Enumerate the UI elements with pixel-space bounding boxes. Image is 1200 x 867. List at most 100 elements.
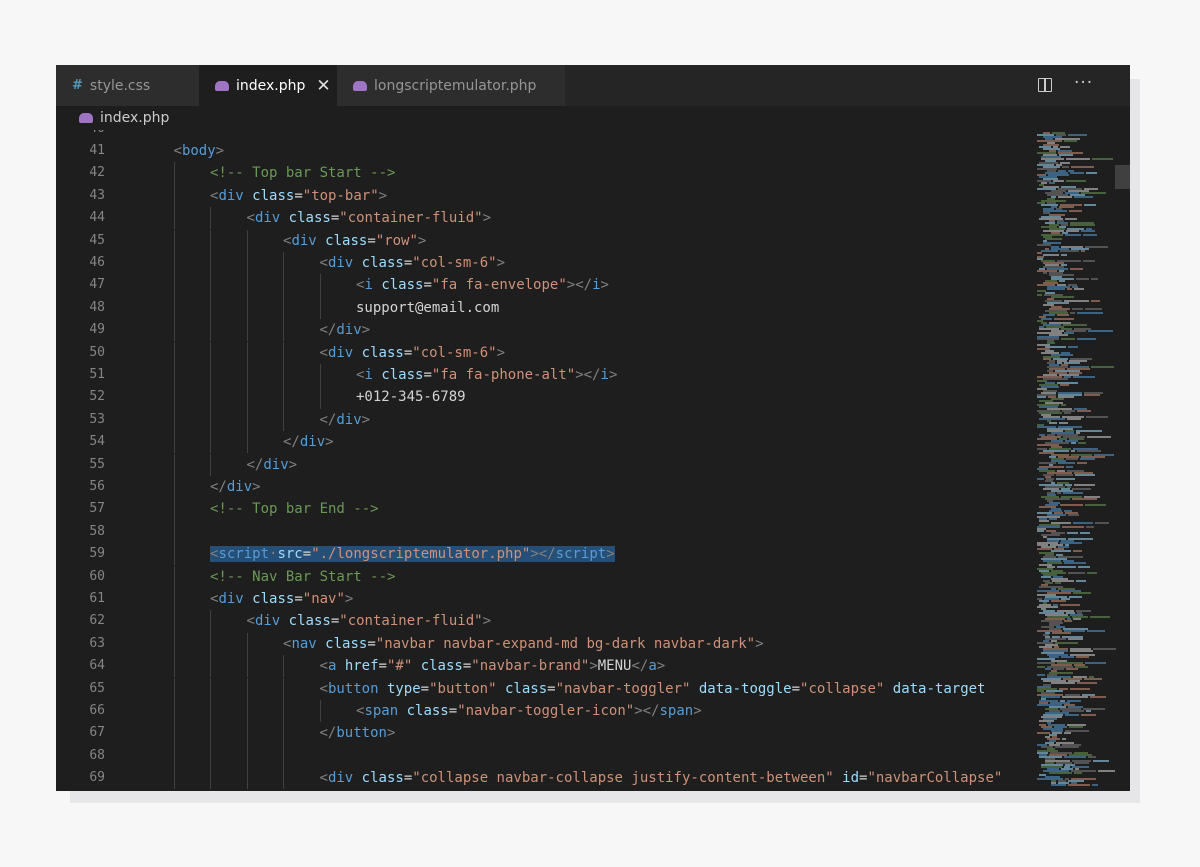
line-number: 43 [56, 185, 105, 207]
code-line[interactable]: 56</div> [56, 476, 1025, 498]
minimap-stroke [1066, 466, 1072, 468]
code-line[interactable]: 46<div class="col-sm-6"> [56, 252, 1025, 274]
code-text: <div class="top-bar"> [210, 185, 387, 207]
minimap-stroke [1051, 550, 1071, 552]
code-text: <i class="fa fa-phone-alt"></i> [356, 364, 617, 386]
code-text: <script·src="./longscriptemulator.php"><… [210, 543, 615, 565]
indent-guide [210, 700, 211, 722]
code-line[interactable]: 54</div> [56, 431, 1025, 453]
minimap-stroke [1051, 600, 1066, 602]
minimap-stroke [1074, 762, 1089, 764]
more-actions-icon[interactable]: ··· [1074, 73, 1093, 93]
scrollbar-thumb[interactable] [1115, 165, 1130, 189]
minimap-stroke [1086, 710, 1091, 712]
code-line[interactable]: 62<div class="container-fluid"> [56, 610, 1025, 632]
minimap-stroke [1064, 620, 1071, 622]
minimap-stroke [1056, 478, 1075, 480]
minimap-stroke [1037, 294, 1042, 296]
line-number: 63 [56, 633, 105, 655]
code-line[interactable]: 68 [56, 745, 1025, 767]
close-tab-icon[interactable]: ✕ [316, 76, 330, 96]
indent-guide [283, 252, 284, 274]
indent-guide [283, 342, 284, 364]
minimap-stroke [1039, 462, 1056, 464]
code-line[interactable]: 48support@email.com [56, 297, 1025, 319]
minimap-stroke [1091, 278, 1099, 280]
minimap-stroke [1064, 562, 1086, 564]
minimap-stroke [1084, 678, 1102, 680]
code-line[interactable]: 52+012-345-6789 [56, 386, 1025, 408]
tab-bar: # style.css index.php ✕ longscriptemulat… [56, 65, 1130, 106]
minimap-stroke [1061, 338, 1075, 340]
minimap-stroke [1075, 474, 1096, 476]
indent-guide [210, 230, 211, 252]
code-line[interactable]: 69<div class="collapse navbar-collapse j… [56, 767, 1025, 789]
code-line[interactable]: 44<div class="container-fluid"> [56, 207, 1025, 229]
indent-guide [210, 386, 211, 408]
code-line[interactable]: 63 <nav class="navbar navbar-expand-md bg… [56, 633, 1025, 655]
tab-label: style.css [90, 78, 150, 94]
code-line[interactable]: 49</div> [56, 319, 1025, 341]
minimap-stroke [1059, 422, 1068, 424]
indent-guide [320, 364, 321, 386]
code-line[interactable]: 45<div class="row"> [56, 230, 1025, 252]
code-line[interactable]: 51<i class="fa fa-phone-alt"></i> [56, 364, 1025, 386]
minimap-stroke [1049, 182, 1055, 184]
code-line[interactable]: 55</div> [56, 454, 1025, 476]
code-line[interactable]: 64<a href="#" class="navbar-brand">MENU<… [56, 655, 1025, 677]
code-text: </button> [320, 722, 396, 744]
minimap-stroke [1043, 254, 1059, 256]
minimap-stroke [1037, 396, 1046, 398]
code-line[interactable]: 66<span class="navbar-toggler-icon"></sp… [56, 700, 1025, 722]
minimap-stroke [1060, 146, 1069, 148]
tab-longscriptemulator-php[interactable]: longscriptemulator.php [337, 65, 565, 106]
minimap-stroke [1072, 488, 1090, 490]
code-line[interactable]: 59 <script·src="./longscriptemulator.php"… [56, 543, 1025, 565]
split-editor-icon[interactable] [1038, 78, 1052, 92]
minimap-stroke [1085, 308, 1101, 310]
minimap-stroke [1051, 784, 1066, 786]
code-line[interactable]: 60<!-- Nav Bar Start --> [56, 566, 1025, 588]
line-number: 59 [56, 543, 105, 565]
code-line[interactable]: 53</div> [56, 409, 1025, 431]
code-text: <body> [174, 140, 225, 162]
code-line[interactable]: 40 [56, 130, 1025, 140]
minimap[interactable] [1025, 130, 1130, 791]
code-text: </div> [210, 476, 261, 498]
minimap-stroke [1070, 650, 1093, 652]
code-line[interactable]: 42<!-- Top bar Start --> [56, 162, 1025, 184]
indent-guide [174, 498, 175, 520]
indent-guide [210, 610, 211, 632]
code-line[interactable]: 41<body> [56, 140, 1025, 162]
code-line[interactable]: 65<button type="button" class="navbar-to… [56, 678, 1025, 700]
minimap-stroke [1083, 260, 1095, 262]
indent-guide [247, 297, 248, 319]
indent-guide [210, 431, 211, 453]
code-line[interactable]: 67</button> [56, 722, 1025, 744]
code-line[interactable]: 58 [56, 521, 1025, 543]
indent-guide [210, 297, 211, 319]
minimap-stroke [1074, 196, 1092, 198]
code-line[interactable]: 57<!-- Top bar End --> [56, 498, 1025, 520]
line-number: 47 [56, 274, 105, 296]
code-editor[interactable]: 4041<body>42<!-- Top bar Start -->43 <div… [56, 130, 1025, 791]
minimap-stroke [1069, 210, 1082, 212]
code-line[interactable]: 43 <div class="top-bar"> [56, 185, 1025, 207]
tab-style-css[interactable]: # style.css [56, 65, 199, 106]
minimap-stroke [1066, 458, 1078, 460]
minimap-stroke [1055, 642, 1078, 644]
minimap-stroke [1043, 272, 1047, 274]
code-line[interactable]: 47<i class="fa fa-envelope"></i> [56, 274, 1025, 296]
code-text: </div> [320, 409, 371, 431]
minimap-stroke [1068, 638, 1083, 640]
indent-guide [283, 409, 284, 431]
minimap-stroke [1052, 632, 1071, 634]
tab-index-php[interactable]: index.php ✕ [199, 65, 337, 106]
code-line[interactable]: 50<div class="col-sm-6"> [56, 342, 1025, 364]
code-text: <nav class="navbar navbar-expand-md bg-d… [283, 633, 764, 655]
indent-guide [210, 342, 211, 364]
line-number: 50 [56, 342, 105, 364]
breadcrumb-file[interactable]: index.php [100, 110, 169, 126]
php-elephant-icon [215, 81, 229, 91]
code-line[interactable]: 61<div class="nav"> [56, 588, 1025, 610]
